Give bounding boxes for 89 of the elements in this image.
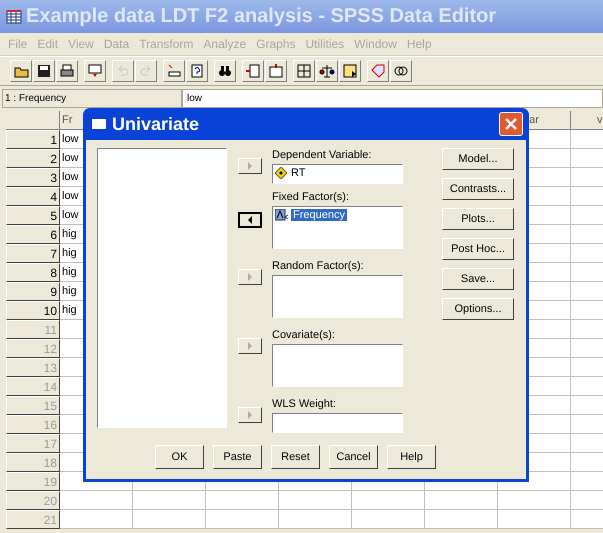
variable-item[interactable]: RT: [289, 167, 308, 179]
dialog-button[interactable]: Paste: [213, 445, 262, 469]
select-cases-icon: [342, 63, 358, 79]
variable-help-icon: [189, 63, 205, 79]
column-header[interactable]: v: [571, 111, 603, 130]
field-label: Random Factor(s):: [272, 259, 365, 273]
nominal-variable-icon: [275, 209, 289, 221]
monitor-icon: [87, 63, 103, 79]
close-icon: [504, 117, 518, 131]
cell-value-field[interactable]: low: [182, 89, 603, 108]
list-field[interactable]: Frequency: [272, 206, 403, 249]
insert-variable-icon: [268, 63, 284, 79]
field-label: Fixed Factor(s):: [272, 190, 350, 204]
variable-list[interactable]: [97, 148, 227, 428]
dialog-button[interactable]: Contrasts...: [442, 178, 514, 200]
goto-case-icon: [166, 63, 182, 79]
toolbar-button[interactable]: [265, 60, 287, 82]
toolbar-button[interactable]: [56, 60, 78, 82]
table-cell[interactable]: [352, 491, 425, 510]
cell-reference: 1 : Frequency: [2, 89, 182, 108]
toolbar-button[interactable]: [163, 60, 185, 82]
toolbar-button[interactable]: [242, 60, 264, 82]
table-cell[interactable]: [498, 491, 571, 510]
toolbar-button[interactable]: [214, 60, 236, 82]
ruler-variable-icon: [275, 167, 287, 179]
toolbar-button[interactable]: [84, 60, 106, 82]
window-icon: [92, 119, 106, 129]
table-cell[interactable]: [425, 510, 498, 529]
dialog-button[interactable]: Options...: [442, 298, 514, 320]
tag-icon: [370, 63, 386, 79]
left-arrow-icon: [247, 216, 253, 224]
field-label: Dependent Variable:: [272, 148, 372, 162]
input-field[interactable]: [272, 413, 403, 433]
table-cell[interactable]: [60, 510, 133, 529]
close-button[interactable]: [499, 112, 523, 136]
table-cell[interactable]: [133, 491, 206, 510]
dialog-button[interactable]: Model...: [442, 148, 514, 170]
input-field[interactable]: RT: [272, 164, 403, 184]
dialog-button[interactable]: Plots...: [442, 208, 514, 230]
dialog-button[interactable]: Save...: [442, 268, 514, 290]
binoculars-icon: [217, 63, 233, 79]
dialog-button[interactable]: Reset: [271, 445, 320, 469]
insert-case-icon: [245, 63, 261, 79]
toolbar-button[interactable]: [186, 60, 208, 82]
toolbar-button[interactable]: [390, 60, 412, 82]
dialog-button[interactable]: Help: [387, 445, 436, 469]
table-cell[interactable]: [60, 491, 133, 510]
row-number[interactable]: 10: [6, 301, 60, 320]
field-label: WLS Weight:: [272, 397, 337, 411]
dialog-title: Univariate: [112, 114, 200, 134]
table-cell[interactable]: [206, 510, 279, 529]
table-cell[interactable]: [206, 491, 279, 510]
table-cell[interactable]: [498, 510, 571, 529]
row-number[interactable]: 9: [6, 282, 60, 301]
table-cell[interactable]: [279, 510, 352, 529]
right-arrow-icon: [247, 411, 253, 419]
list-field[interactable]: [272, 344, 403, 387]
window-title: Example data LDT F2 analysis - SPSS Data Editor: [26, 5, 496, 28]
printer-icon: [59, 63, 75, 79]
row-number[interactable]: 6: [6, 225, 60, 244]
right-arrow-icon: [247, 342, 253, 350]
split-file-icon: [296, 63, 312, 79]
table-cell[interactable]: [425, 491, 498, 510]
row-number[interactable]: 3: [6, 168, 60, 187]
variable-item[interactable]: Frequency: [291, 209, 347, 221]
table-cell[interactable]: [352, 510, 425, 529]
field-label: Covariate(s):: [272, 328, 336, 342]
scale-icon: [319, 63, 335, 79]
list-field[interactable]: [272, 275, 403, 318]
toolbar-button[interactable]: [33, 60, 55, 82]
spreadsheet-icon: [6, 8, 22, 24]
dialog-button[interactable]: OK: [155, 445, 204, 469]
row-number[interactable]: 7: [6, 244, 60, 263]
row-number[interactable]: 5: [6, 206, 60, 225]
toolbar-button[interactable]: [10, 60, 32, 82]
toolbar-button[interactable]: [293, 60, 315, 82]
right-arrow-icon: [247, 162, 253, 170]
row-number[interactable]: 4: [6, 187, 60, 206]
dialog-button[interactable]: Cancel: [329, 445, 378, 469]
dialog-button[interactable]: Post Hoc...: [442, 238, 514, 260]
row-number[interactable]: 1: [6, 130, 60, 149]
row-number[interactable]: 2: [6, 149, 60, 168]
row-number[interactable]: 8: [6, 263, 60, 282]
right-arrow-icon: [247, 273, 253, 281]
toolbar-button[interactable]: [339, 60, 361, 82]
move-button[interactable]: [238, 212, 262, 228]
toolbar-button[interactable]: [316, 60, 338, 82]
table-cell[interactable]: [279, 491, 352, 510]
table-cell[interactable]: [133, 510, 206, 529]
